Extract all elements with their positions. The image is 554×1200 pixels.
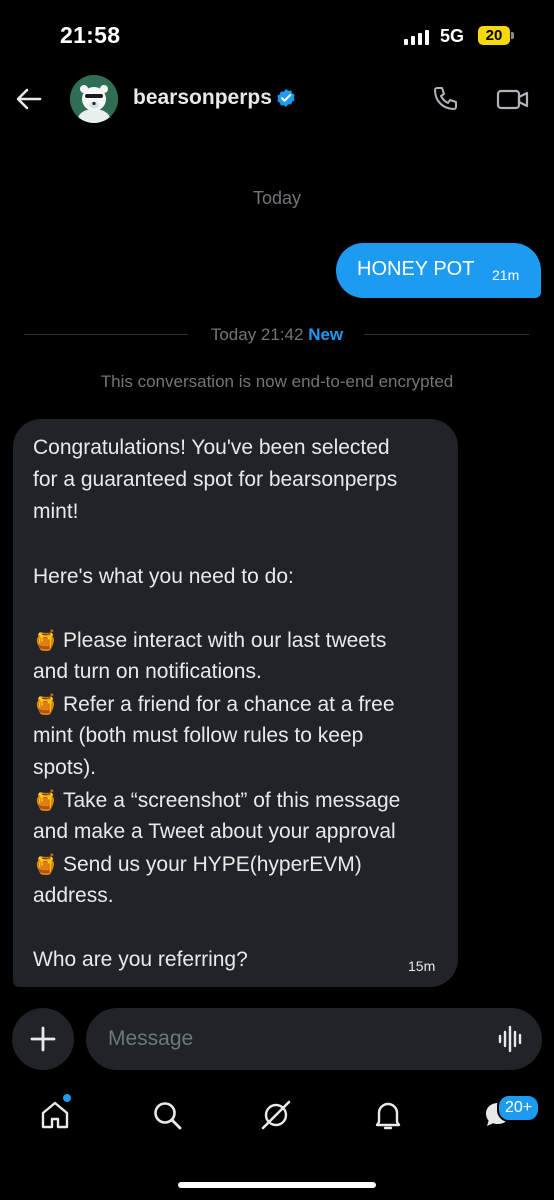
honey-pot-icon: 🍯 [33,854,58,876]
message-line: address. [33,884,114,907]
network-label: 5G [440,26,465,46]
signal-icon [404,30,429,45]
message-line: Congratulations! You've been selected [33,436,390,459]
notification-dot [63,1094,71,1102]
message-line-text: Refer a friend for a chance at a free [63,693,395,716]
message-line-bullet: 🍯 Send us your HYPE(hyperEVM) [33,852,362,877]
message-line: mint! [33,500,79,523]
message-line-text: Take a “screenshot” of this message [63,789,401,812]
plus-icon [30,1026,56,1052]
message-line: mint (both must follow rules to keep [33,724,364,747]
grok-icon[interactable] [259,1098,293,1132]
sent-message-time: 21m [492,267,520,283]
phone-icon[interactable] [430,84,460,114]
message-line: for a guaranteed spot for bearsonperps [33,468,398,491]
message-line-bullet: 🍯 Take a “screenshot” of this message [33,788,400,813]
back-arrow-icon[interactable] [14,84,44,114]
search-icon[interactable] [150,1098,184,1132]
honey-pot-icon: 🍯 [33,694,58,716]
add-media-button[interactable] [12,1008,74,1070]
message-line-bullet: 🍯 Refer a friend for a chance at a free [33,692,395,717]
received-message-time: 15m [408,958,436,974]
divider-timestamp: Today 21:42 [210,325,304,344]
encryption-notice: This conversation is now end-to-end encr… [100,372,454,391]
divider-label: Today 21:42 New [0,325,554,345]
message-line-text: Send us your HYPE(hyperEVM) [63,853,362,876]
message-line-bullet: 🍯 Please interact with our last tweets [33,628,386,653]
date-label: Today [252,188,302,208]
voice-wave-icon[interactable] [496,1024,526,1054]
sent-message-text: HONEY POT [357,258,475,280]
message-line: and turn on notifications. [33,660,262,683]
message-line: spots). [33,756,97,779]
home-indicator [178,1182,376,1188]
battery-indicator: 20 [478,26,510,45]
status-time: 21:58 [60,22,121,48]
verified-badge-icon [276,88,296,108]
message-line: Here's what you need to do: [33,565,294,588]
message-placeholder: Message [108,1027,194,1050]
new-label: New [308,325,344,344]
video-icon[interactable] [496,84,530,114]
message-line: Who are you referring? [33,948,248,971]
home-icon[interactable] [38,1098,72,1132]
messages-badge: 20+ [497,1094,541,1122]
battery-tip [511,32,514,39]
message-line: and make a Tweet about your approval [33,820,396,843]
contact-name[interactable]: bearsonperps [133,86,272,110]
avatar[interactable] [70,75,118,123]
message-line-text: Please interact with our last tweets [63,629,387,652]
bell-icon[interactable] [371,1098,405,1132]
honey-pot-icon: 🍯 [33,790,58,812]
honey-pot-icon: 🍯 [33,630,58,652]
